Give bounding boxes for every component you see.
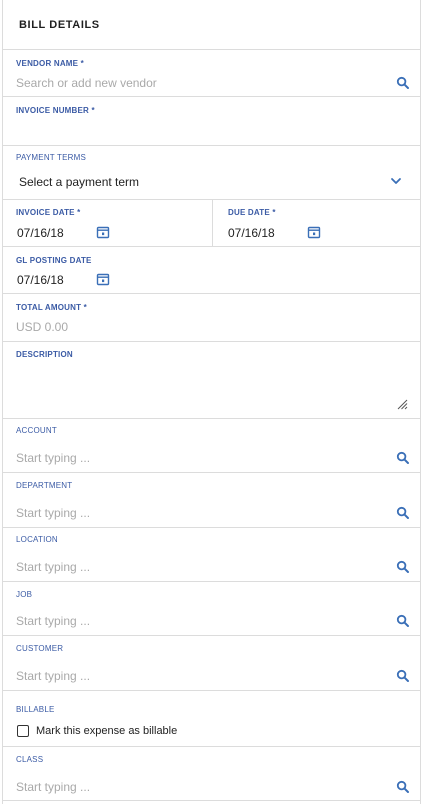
payment-terms-label: PAYMENT TERMS — [16, 153, 87, 162]
job-label: JOB — [16, 590, 33, 599]
bill-details-panel: BILL DETAILS VENDOR NAME * Search or add… — [2, 0, 421, 804]
account-input[interactable]: Start typing ... — [16, 451, 90, 465]
panel-title: BILL DETAILS — [19, 19, 100, 31]
gl-posting-date-input[interactable]: 07/16/18 — [17, 273, 64, 287]
due-date-input[interactable]: 07/16/18 — [228, 226, 275, 240]
search-icon[interactable] — [396, 451, 410, 465]
search-icon[interactable] — [396, 560, 410, 574]
calendar-icon[interactable] — [96, 272, 110, 286]
account-field[interactable]: ACCOUNT Start typing ... — [3, 419, 420, 473]
customer-input[interactable]: Start typing ... — [16, 669, 90, 683]
department-label: DEPARTMENT — [16, 481, 73, 490]
due-date-label: DUE DATE * — [228, 208, 276, 217]
search-icon[interactable] — [396, 76, 410, 90]
vendor-name-label: VENDOR NAME * — [16, 59, 84, 68]
payment-terms-field[interactable]: PAYMENT TERMS Select a payment term — [3, 146, 420, 200]
location-label: LOCATION — [16, 535, 58, 544]
billable-field: BILLABLE Mark this expense as billable — [3, 691, 420, 747]
search-icon[interactable] — [396, 780, 410, 794]
job-input[interactable]: Start typing ... — [16, 614, 90, 628]
invoice-date-input[interactable]: 07/16/18 — [17, 226, 64, 240]
search-icon[interactable] — [396, 669, 410, 683]
department-input[interactable]: Start typing ... — [16, 506, 90, 520]
search-icon[interactable] — [396, 614, 410, 628]
chevron-down-icon[interactable] — [389, 174, 403, 188]
description-field[interactable]: DESCRIPTION — [3, 342, 420, 419]
description-label: DESCRIPTION — [16, 350, 73, 359]
billable-checkbox[interactable] — [17, 725, 29, 737]
job-field[interactable]: JOB Start typing ... — [3, 582, 420, 636]
dates-row: INVOICE DATE * 07/16/18 DUE DATE * 07/16… — [3, 200, 420, 247]
vendor-name-field[interactable]: VENDOR NAME * Search or add new vendor — [3, 50, 420, 97]
class-input[interactable]: Start typing ... — [16, 780, 90, 794]
payment-terms-select[interactable]: Select a payment term — [19, 175, 139, 189]
account-label: ACCOUNT — [16, 426, 57, 435]
calendar-icon[interactable] — [96, 225, 110, 239]
panel-header: BILL DETAILS — [3, 0, 420, 50]
customer-label: CUSTOMER — [16, 644, 64, 653]
class-label: CLASS — [16, 755, 44, 764]
total-amount-label: TOTAL AMOUNT * — [16, 303, 87, 312]
due-date-field[interactable]: DUE DATE * 07/16/18 — [213, 200, 422, 246]
calendar-icon[interactable] — [307, 225, 321, 239]
location-field[interactable]: LOCATION Start typing ... — [3, 528, 420, 582]
search-icon[interactable] — [396, 506, 410, 520]
class-field[interactable]: CLASS Start typing ... — [3, 747, 420, 801]
invoice-date-field[interactable]: INVOICE DATE * 07/16/18 — [3, 200, 212, 246]
invoice-number-label: INVOICE NUMBER * — [16, 106, 95, 115]
gl-posting-date-label: GL POSTING DATE — [16, 256, 92, 265]
gl-posting-date-field[interactable]: GL POSTING DATE 07/16/18 — [3, 247, 420, 294]
billable-checkbox-label[interactable]: Mark this expense as billable — [36, 725, 177, 737]
department-field[interactable]: DEPARTMENT Start typing ... — [3, 473, 420, 528]
location-input[interactable]: Start typing ... — [16, 560, 90, 574]
invoice-date-label: INVOICE DATE * — [16, 208, 81, 217]
billable-label: BILLABLE — [16, 705, 55, 714]
invoice-number-field[interactable]: INVOICE NUMBER * — [3, 97, 420, 146]
customer-field[interactable]: CUSTOMER Start typing ... — [3, 636, 420, 691]
resize-handle-icon[interactable] — [396, 398, 408, 410]
total-amount-input[interactable]: USD 0.00 — [16, 320, 68, 334]
total-amount-field[interactable]: TOTAL AMOUNT * USD 0.00 — [3, 294, 420, 342]
vendor-name-input[interactable]: Search or add new vendor — [16, 76, 157, 90]
